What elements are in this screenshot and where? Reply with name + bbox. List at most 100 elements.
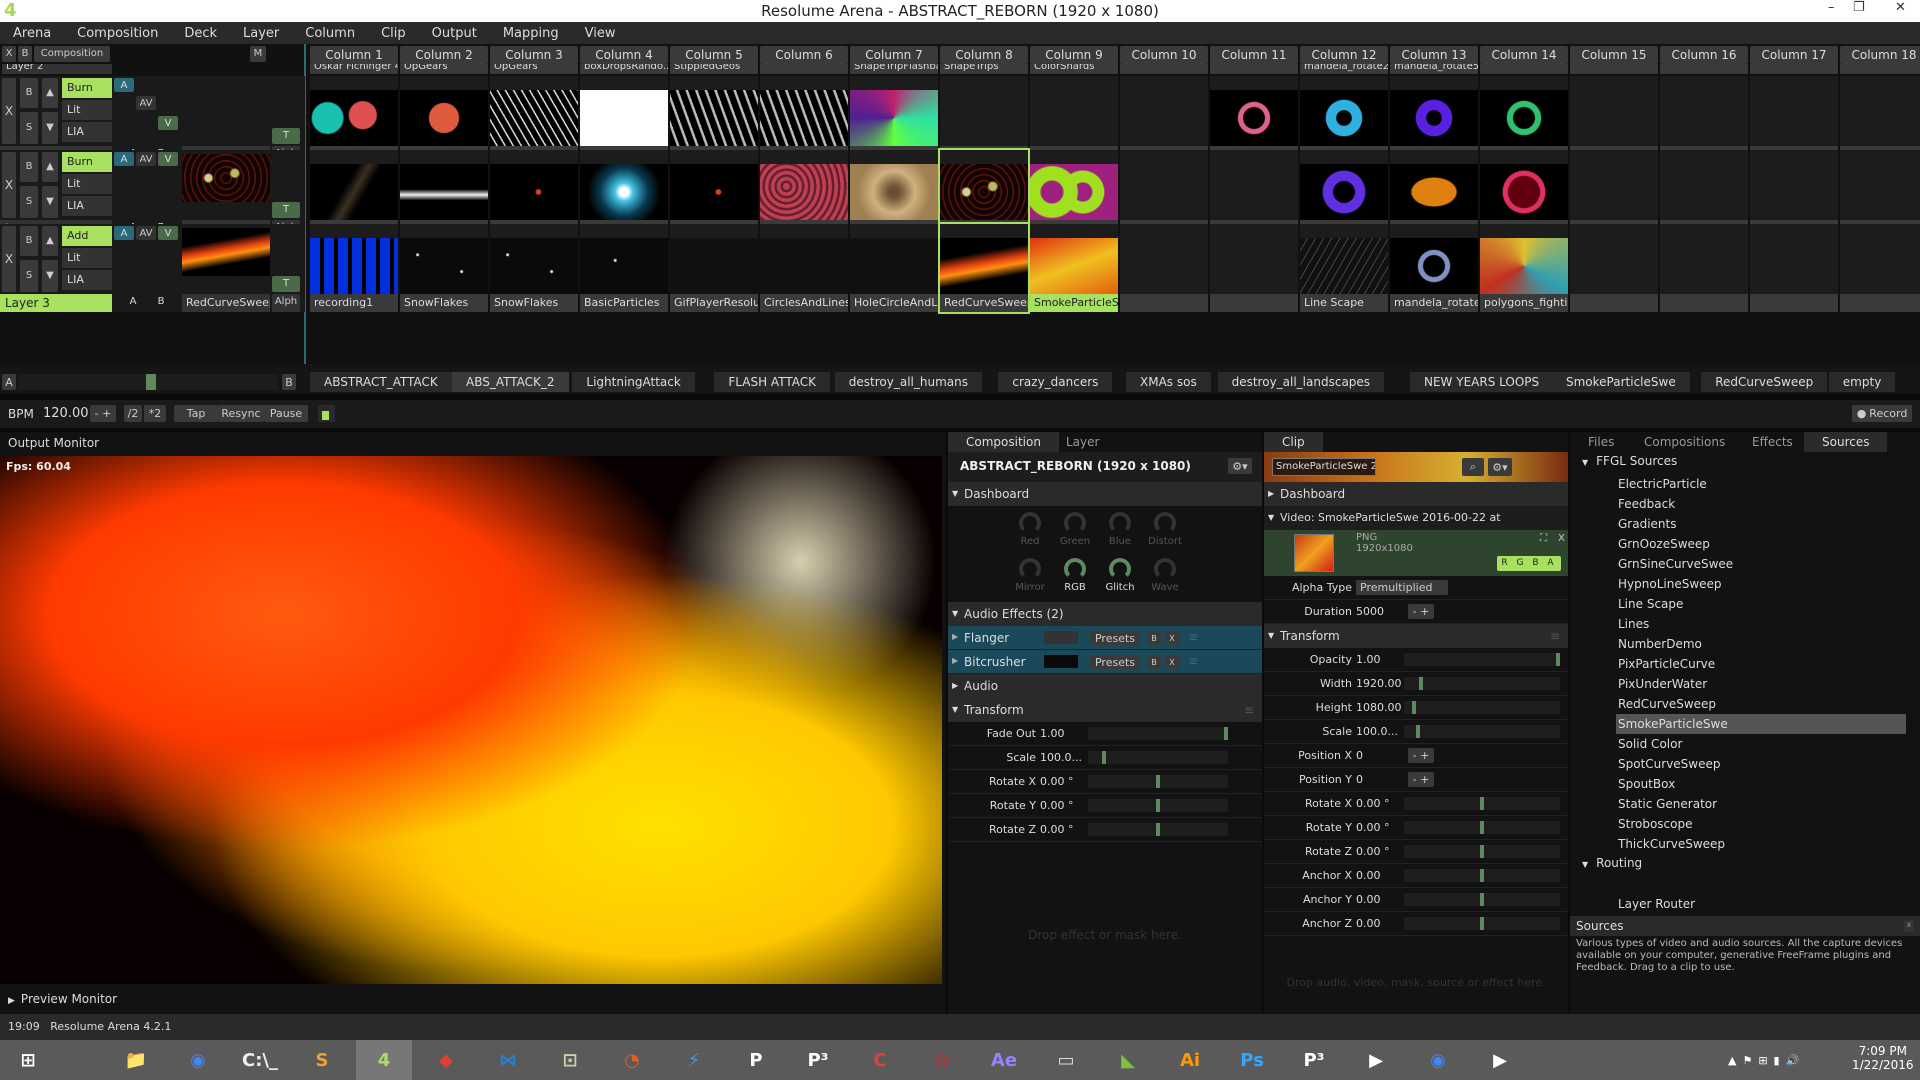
layer-option-dropdown[interactable]: LIA [62, 122, 112, 142]
param-value[interactable]: 0.00 [1356, 888, 1381, 912]
crossfader-a[interactable]: A [2, 374, 16, 390]
clip-dashboard-section[interactable]: ▶ Dashboard [1264, 482, 1568, 506]
knob-green[interactable]: Green [1055, 512, 1095, 556]
video-toggle[interactable]: V [158, 152, 178, 166]
layer-clear-button[interactable]: X [2, 78, 16, 144]
composition-master-button[interactable]: M [250, 46, 266, 62]
clip-label[interactable] [1210, 64, 1298, 74]
slider-handle[interactable] [1156, 775, 1160, 788]
layer-solo-button[interactable]: S [20, 186, 38, 218]
clip-label[interactable]: ShapeTrips [940, 64, 1028, 74]
effect-remove-button[interactable]: X [1165, 631, 1179, 645]
resync-button[interactable]: Resync [218, 405, 264, 422]
param-value[interactable]: 0.00 ° [1356, 840, 1390, 864]
source-item[interactable]: Solid Color [1616, 734, 1906, 754]
effect-mix-slider[interactable] [1044, 631, 1078, 644]
column-header[interactable]: Column 1 [310, 46, 398, 64]
bpm-value[interactable]: 120.00 [43, 406, 89, 421]
column-header[interactable]: Column 6 [760, 46, 848, 64]
clip-slot[interactable]: HoleCircleAndLin [850, 224, 938, 312]
clip-label[interactable] [760, 64, 848, 74]
source-item[interactable]: ElectricParticle [1616, 474, 1906, 494]
column-header[interactable]: Column 13 [1390, 46, 1478, 64]
clip-slot[interactable]: mandela_rotate6 [1390, 224, 1478, 312]
deck-tab[interactable]: empty [1828, 372, 1896, 392]
maximize-button[interactable]: ❐ [1853, 0, 1865, 15]
source-item[interactable]: NumberDemo [1616, 634, 1906, 654]
clip-slot[interactable]: recording1 [310, 224, 398, 312]
taskbar-processing-2-icon[interactable]: P³ [1286, 1040, 1342, 1080]
dashboard-section[interactable]: ▼ Dashboard [948, 482, 1262, 506]
taskbar-cmd-icon[interactable]: C:\_ [232, 1040, 288, 1080]
video-toggle[interactable]: V [158, 226, 178, 240]
taskbar-sublime-icon[interactable]: S [294, 1040, 350, 1080]
tab-files[interactable]: Files [1570, 432, 1632, 452]
tab-layer[interactable]: Layer [1048, 432, 1117, 452]
bpm-half-button[interactable]: /2 [124, 405, 142, 422]
tab-clip[interactable]: Clip [1264, 432, 1323, 452]
close-button[interactable]: ✕ [1895, 0, 1906, 15]
effect-remove-button[interactable]: X [1165, 655, 1179, 669]
layer-option-dropdown[interactable]: LIA [62, 196, 112, 216]
transition-toggle[interactable]: T [272, 128, 300, 144]
param-value[interactable]: 1.00 [1356, 648, 1381, 672]
slider-handle[interactable] [1156, 823, 1160, 836]
column-header[interactable]: Column 12 [1300, 46, 1388, 64]
clip-name-field[interactable]: SmokeParticleSwe 2016-0... [1272, 458, 1376, 476]
clip-slot[interactable]: Line Scape [1300, 224, 1388, 312]
taskbar-putty-icon[interactable]: ⚡ [666, 1040, 722, 1080]
pause-button[interactable]: Pause [264, 405, 308, 422]
taskbar-file-explorer-icon[interactable]: 📁 [108, 1040, 164, 1080]
composition-settings-gear-icon[interactable]: ⚙▾ [1228, 458, 1252, 474]
source-item[interactable]: SpoutBox [1616, 774, 1906, 794]
clip-transform-section[interactable]: ▼ Transform ≡ [1264, 624, 1568, 648]
taskbar-app-x-icon[interactable]: ⊡ [542, 1040, 598, 1080]
transition-toggle[interactable]: T [272, 202, 300, 218]
slider-handle[interactable] [1480, 797, 1484, 810]
presets-dropdown[interactable]: Presets [1090, 631, 1140, 645]
taskbar-firefox-icon[interactable]: ◔ [604, 1040, 660, 1080]
audio-section[interactable]: ▶ Audio [948, 674, 1262, 698]
source-item[interactable]: Stroboscope [1616, 814, 1906, 834]
audio-video-toggle[interactable]: AV [136, 96, 156, 110]
column-header[interactable]: Column 14 [1480, 46, 1568, 64]
layer-name[interactable]: Layer 3 [0, 294, 112, 312]
clip-label[interactable]: ShapeTripFlashback [850, 64, 938, 74]
clip-slot[interactable] [1660, 224, 1748, 312]
source-item[interactable]: SmokeParticleSwe [1616, 714, 1906, 734]
menu-composition[interactable]: Composition [64, 26, 171, 41]
source-item[interactable]: Feedback [1616, 494, 1906, 514]
tab-effects[interactable]: Effects [1734, 432, 1811, 452]
knob-glitch[interactable]: Glitch [1100, 558, 1140, 602]
clip-slot[interactable] [1120, 224, 1208, 312]
source-item[interactable]: Lines [1616, 614, 1906, 634]
video-toggle[interactable]: V [158, 116, 178, 130]
column-header[interactable]: Column 9 [1030, 46, 1118, 64]
param-slider[interactable] [1404, 893, 1560, 906]
param-slider[interactable] [1088, 823, 1228, 836]
transform-section[interactable]: ▼ Transform ≡ [948, 698, 1262, 722]
column-header[interactable]: Column 18 [1840, 46, 1920, 64]
slider-handle[interactable] [1480, 821, 1484, 834]
param-slider[interactable] [1088, 751, 1228, 764]
param-value[interactable]: 0 [1356, 768, 1363, 792]
layer-option-dropdown[interactable]: Lit [62, 174, 112, 194]
duration-stepper[interactable]: - + [1408, 604, 1434, 619]
source-item[interactable]: HypnoLineSweep [1616, 574, 1906, 594]
layer-bypass-button[interactable]: B [20, 152, 38, 182]
param-slider[interactable] [1088, 775, 1228, 788]
source-item[interactable]: Gradients [1616, 514, 1906, 534]
column-header[interactable]: Column 11 [1210, 46, 1298, 64]
source-item[interactable]: GrnOozeSweep [1616, 534, 1906, 554]
tab-compositions[interactable]: Compositions [1626, 432, 1743, 452]
deck-tab[interactable]: XMAs sos [1126, 372, 1211, 392]
clip-label[interactable] [1120, 64, 1208, 74]
rgba-channel-toggle[interactable]: R G B A [1497, 556, 1561, 571]
layer-move-down-icon[interactable]: ▼ [42, 186, 58, 218]
knob-distort[interactable]: Distort [1145, 512, 1185, 556]
slider-handle[interactable] [1102, 751, 1106, 764]
deck-tab[interactable]: NEW YEARS LOOPS [1410, 372, 1554, 392]
column-header[interactable]: Column 17 [1750, 46, 1838, 64]
layer-crossfade-b[interactable]: B [154, 294, 168, 310]
ffgl-sources-group[interactable]: ▼ FFGL Sources [1582, 454, 1677, 468]
